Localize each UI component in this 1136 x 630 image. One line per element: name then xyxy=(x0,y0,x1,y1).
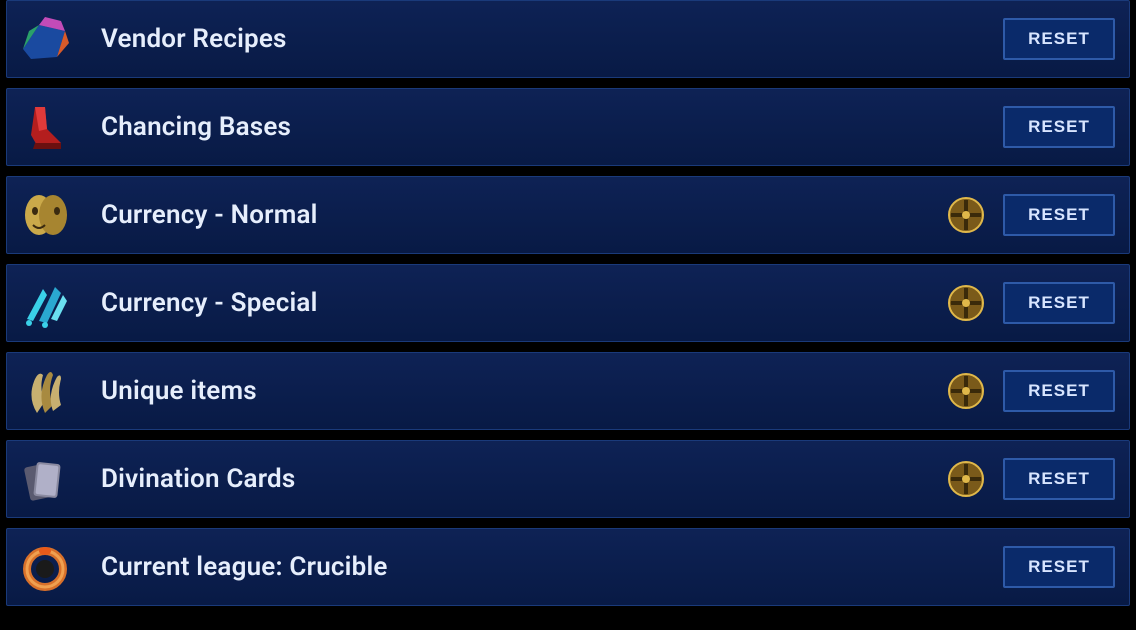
reset-button[interactable]: RESET xyxy=(1003,458,1115,500)
row-label: Currency - Normal xyxy=(101,200,947,230)
reset-button[interactable]: RESET xyxy=(1003,546,1115,588)
row-label: Currency - Special xyxy=(101,288,947,318)
row-label: Vendor Recipes xyxy=(101,24,1003,54)
row-chancing-bases[interactable]: Chancing Bases RESET xyxy=(6,88,1130,166)
reset-button[interactable]: RESET xyxy=(1003,18,1115,60)
category-list: Vendor Recipes RESET Chancing Bases RESE… xyxy=(0,0,1136,606)
mask-icon xyxy=(17,187,73,243)
row-label: Unique items xyxy=(101,376,947,406)
ring-icon xyxy=(17,539,73,595)
exalted-orb-icon xyxy=(947,460,985,498)
row-label: Chancing Bases xyxy=(101,112,1003,142)
splinter-icon xyxy=(17,275,73,331)
row-vendor-recipes[interactable]: Vendor Recipes RESET xyxy=(6,0,1130,78)
claw-icon xyxy=(17,363,73,419)
row-divination-cards[interactable]: Divination Cards RESET xyxy=(6,440,1130,518)
reset-button[interactable]: RESET xyxy=(1003,106,1115,148)
exalted-orb-icon xyxy=(947,284,985,322)
row-unique-items[interactable]: Unique items RESET xyxy=(6,352,1130,430)
exalted-orb-icon xyxy=(947,196,985,234)
row-currency-normal[interactable]: Currency - Normal RESET xyxy=(6,176,1130,254)
reset-button[interactable]: RESET xyxy=(1003,282,1115,324)
boots-icon xyxy=(17,99,73,155)
row-label: Divination Cards xyxy=(101,464,947,494)
exalted-orb-icon xyxy=(947,372,985,410)
reset-button[interactable]: RESET xyxy=(1003,370,1115,412)
row-currency-special[interactable]: Currency - Special RESET xyxy=(6,264,1130,342)
row-current-league[interactable]: Current league: Crucible RESET xyxy=(6,528,1130,606)
prism-icon xyxy=(17,11,73,67)
reset-button[interactable]: RESET xyxy=(1003,194,1115,236)
row-label: Current league: Crucible xyxy=(101,552,1003,582)
cards-icon xyxy=(17,451,73,507)
